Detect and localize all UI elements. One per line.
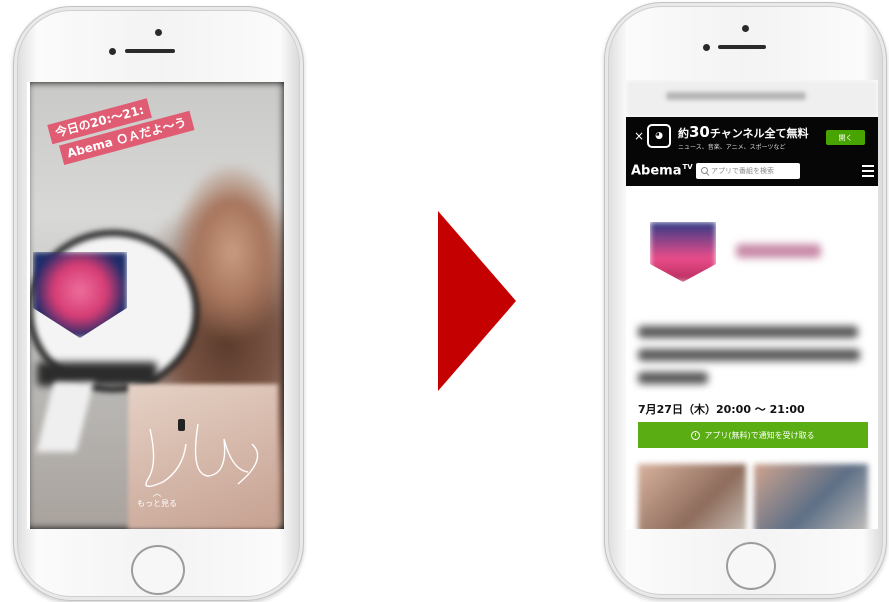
see-more-button[interactable]: ︿ もっと見る (127, 490, 187, 509)
program-title-blurred (638, 349, 860, 361)
program-title-blurred (638, 326, 858, 338)
proximity-sensor (109, 48, 116, 55)
program-title-blurred (638, 372, 708, 384)
right-arrow-icon (438, 211, 516, 391)
channel-logo-blurred (650, 222, 716, 282)
abematv-logo[interactable]: AbemaTV (631, 163, 693, 178)
browser-url-bar[interactable] (626, 80, 878, 117)
story-screen: 今日の20:〜21: Abema ＯＡだよ〜う ︿ もっと見る (27, 82, 284, 529)
alarm-clock-icon (691, 430, 701, 440)
home-button[interactable] (726, 542, 776, 590)
open-app-button[interactable]: 開く (826, 130, 865, 145)
earpiece-speaker (125, 49, 175, 53)
search-input[interactable]: アプリで番組を検索 (696, 163, 800, 179)
notify-button[interactable]: アプリ(無料)で通知を受け取る (638, 422, 868, 448)
banner-headline-number: 30 (689, 123, 710, 141)
close-icon[interactable]: × (634, 129, 644, 143)
banner-subtext: ニュース、音楽、アニメ、スポーツなど (678, 144, 786, 151)
url-text-blurred (666, 92, 806, 100)
menu-icon[interactable] (862, 165, 874, 177)
screen-edge (27, 82, 30, 529)
channel-name-blurred (736, 244, 821, 258)
banner-headline-prefix: 約 (678, 127, 689, 140)
abema-web-screen: × ◕ 約30チャンネル全て無料 ニュース、音楽、アニメ、スポーツなど 開く A… (626, 80, 878, 529)
chevron-up-icon: ︿ (152, 489, 162, 499)
program-page: 7月27日（木）20:00 〜 21:00 アプリ(無料)で通知を受け取る (626, 186, 878, 529)
notify-button-label: アプリ(無料)で通知を受け取る (704, 430, 815, 440)
earpiece-speaker (718, 45, 766, 49)
brand-name: Abema (631, 163, 682, 179)
broadcast-datetime: 7月27日（木）20:00 〜 21:00 (638, 403, 805, 416)
search-placeholder: アプリで番組を検索 (711, 167, 774, 175)
front-camera (155, 29, 162, 36)
front-camera (742, 25, 749, 32)
banner-headline-suffix: チャンネル全て無料 (709, 127, 809, 140)
proximity-sensor (703, 44, 710, 51)
home-button[interactable] (131, 545, 185, 595)
site-header: AbemaTV アプリで番組を検索 (626, 157, 878, 186)
abema-app-icon: ◕ (647, 124, 671, 148)
brand-sup: TV (682, 163, 693, 171)
search-icon (701, 167, 708, 174)
app-promo-banner: × ◕ 約30チャンネル全て無料 ニュース、音楽、アニメ、スポーツなど 開く (626, 117, 878, 157)
banner-headline: 約30チャンネル全て無料 (678, 123, 809, 141)
see-more-label: もっと見る (137, 499, 177, 508)
thumbnail-blurred[interactable] (754, 464, 868, 529)
thumbnail-blurred[interactable] (638, 464, 746, 529)
